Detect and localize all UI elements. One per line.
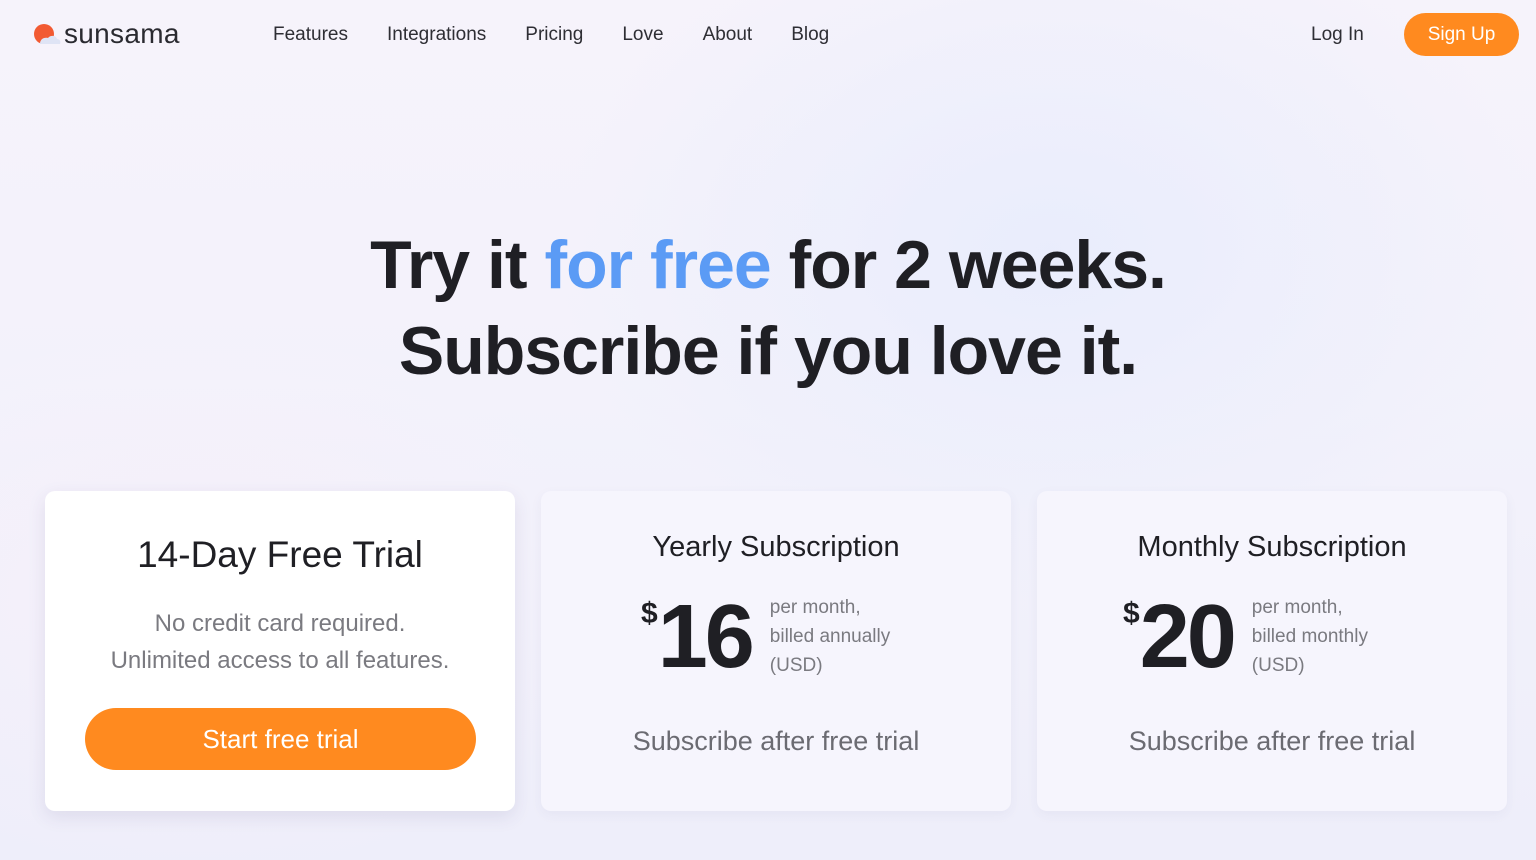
yearly-currency: $ — [641, 597, 658, 630]
nav-link-blog[interactable]: Blog — [791, 22, 829, 48]
signup-button[interactable]: Sign Up — [1404, 13, 1519, 56]
monthly-subscription-card: Monthly Subscription $ 20 per month, bil… — [1037, 491, 1507, 811]
start-free-trial-button[interactable]: Start free trial — [85, 708, 476, 770]
top-navbar: sunsama Features Integrations Pricing Lo… — [0, 0, 1536, 70]
nav-link-about[interactable]: About — [703, 22, 753, 48]
yearly-note-line-3: (USD) — [769, 655, 823, 676]
trial-title: 14-Day Free Trial — [137, 534, 423, 575]
monthly-price-note: per month, billed monthly (USD) — [1252, 593, 1368, 680]
yearly-title: Yearly Subscription — [652, 531, 900, 563]
nav-link-features[interactable]: Features — [273, 22, 348, 48]
nav-link-love[interactable]: Love — [622, 22, 663, 48]
monthly-currency: $ — [1123, 597, 1140, 630]
monthly-subscribe-cta[interactable]: Subscribe after free trial — [1037, 724, 1507, 758]
yearly-subscription-card: Yearly Subscription $ 16 per month, bill… — [541, 491, 1011, 811]
monthly-price: $ 20 per month, billed monthly (USD) — [1123, 587, 1368, 687]
nav-link-pricing[interactable]: Pricing — [525, 22, 583, 48]
monthly-note-line-3: (USD) — [1251, 655, 1305, 676]
hero-accent-text: for free — [544, 227, 771, 303]
monthly-amount: 20 — [1139, 587, 1237, 687]
hero-line-1-post: for 2 weeks. — [770, 227, 1167, 303]
nav-links: Features Integrations Pricing Love About… — [273, 22, 868, 48]
trial-desc-line-1: No credit card required. — [154, 610, 406, 637]
monthly-title: Monthly Subscription — [1137, 531, 1407, 563]
nav-link-integrations[interactable]: Integrations — [387, 22, 486, 48]
monthly-note-line-2: billed monthly — [1251, 626, 1368, 647]
login-link[interactable]: Log In — [1311, 22, 1364, 48]
yearly-price-note: per month, billed annually (USD) — [770, 593, 890, 680]
yearly-subscribe-cta[interactable]: Subscribe after free trial — [541, 724, 1011, 758]
free-trial-card: 14-Day Free Trial No credit card require… — [45, 491, 515, 811]
hero-line-2: Subscribe if you love it. — [398, 313, 1138, 389]
hero-heading: Try it for free for 2 weeks. Subscribe i… — [0, 222, 1536, 394]
yearly-amount: 16 — [657, 587, 755, 687]
sunsama-sun-cloud-icon — [32, 19, 62, 49]
yearly-note-line-1: per month, — [769, 597, 861, 618]
hero-line-1: Try it for free for 2 weeks. — [0, 222, 1536, 308]
trial-desc-line-2: Unlimited access to all features. — [110, 647, 450, 674]
yearly-note-line-2: billed annually — [769, 626, 891, 647]
trial-description: No credit card required. Unlimited acces… — [45, 605, 515, 679]
yearly-price: $ 16 per month, billed annually (USD) — [641, 587, 890, 687]
hero-line-1-pre: Try it — [370, 227, 545, 303]
logo-link[interactable]: sunsama — [32, 18, 180, 50]
monthly-note-line-1: per month, — [1251, 597, 1343, 618]
logo-text: sunsama — [64, 18, 180, 49]
